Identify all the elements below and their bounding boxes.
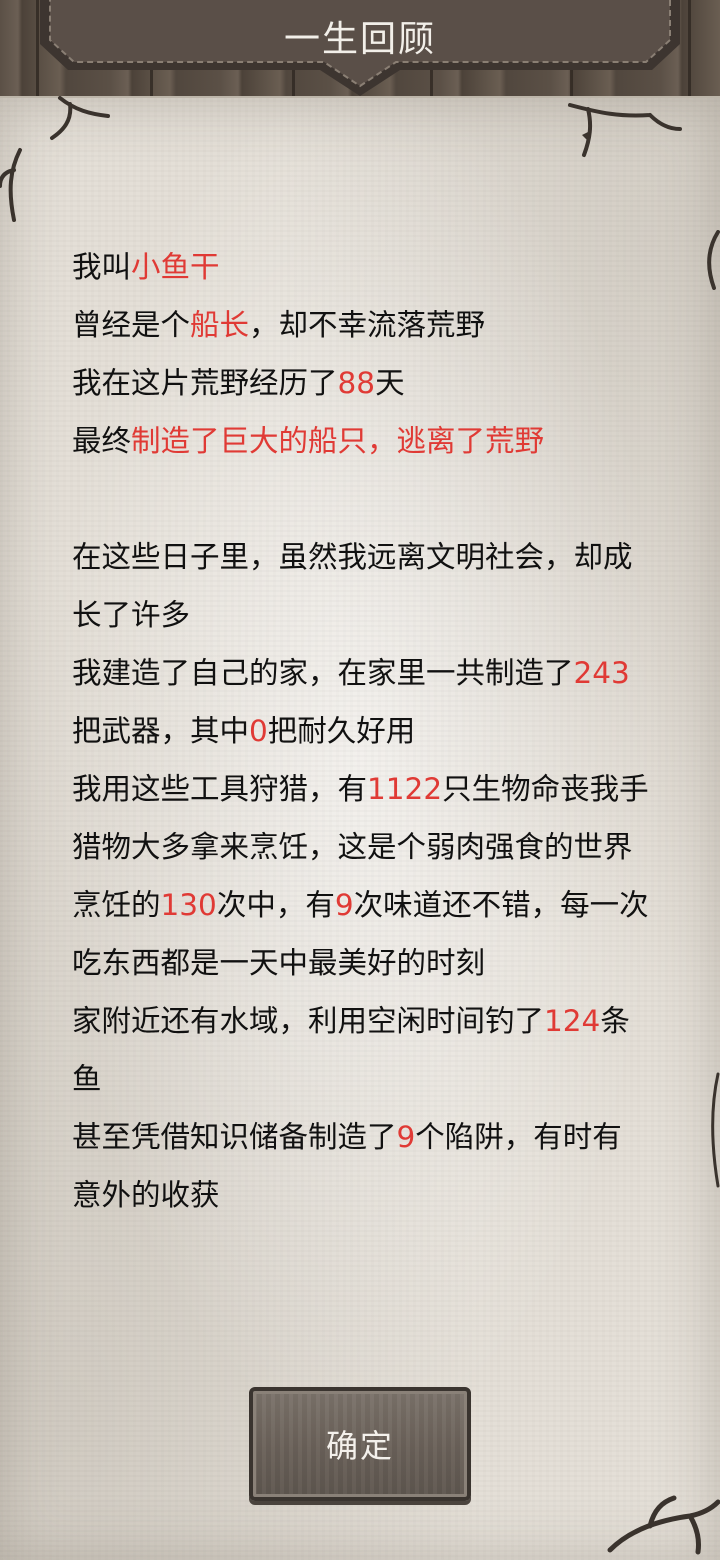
story-line: 家附近还有水域，利用空闲时间钓了124条 [72, 992, 652, 1050]
page-title: 一生回顾 [283, 19, 436, 60]
story-line: 我叫小鱼干 [72, 238, 652, 296]
confirm-button-label: 确定 [325, 1427, 394, 1465]
story-line: 我建造了自己的家，在家里一共制造了243 [72, 644, 652, 702]
story-text: 我建造了自己的家，在家里一共制造了 [72, 656, 574, 690]
story-line: 在这些日子里，虽然我远离文明社会，却成 [72, 528, 652, 586]
story-text: 我叫 [72, 250, 132, 284]
ending-description: 制造了巨大的船只，逃离了荒野 [131, 424, 545, 458]
story-text: 次中，有 [216, 888, 335, 922]
story-line: 烹饪的130次中，有9次味道还不错，每一次 [72, 876, 652, 934]
traps-made-count: 9 [396, 1120, 416, 1154]
tasty-meals-count: 9 [334, 888, 354, 922]
story-line: 我用这些工具狩猎，有1122只生物命丧我手 [72, 760, 652, 818]
story-text: 条 [600, 1004, 630, 1038]
twig-decoration-icon [607, 1495, 720, 1555]
story-text: 猎物大多拿来烹饪，这是个弱肉强食的世界 [72, 830, 633, 864]
story-line: 吃东西都是一天中最美好的时刻 [72, 934, 652, 992]
story-text: 天 [375, 366, 405, 400]
twig-decoration-icon [711, 1072, 720, 1188]
confirm-button[interactable]: 确定 [249, 1387, 471, 1501]
story-text: 长了许多 [72, 598, 191, 632]
story-line: 猎物大多拿来烹饪，这是个弱肉强食的世界 [72, 818, 652, 876]
wood-plank-seam [688, 0, 691, 110]
twig-decoration-icon [568, 103, 682, 157]
story-text: 我用这些工具狩猎，有 [72, 772, 368, 806]
twig-decoration-icon [707, 230, 720, 290]
story-text: 我在这片荒野经历了 [72, 366, 338, 400]
story-line: 长了许多 [72, 586, 652, 644]
cook-count: 130 [160, 888, 217, 922]
life-summary-text: 我叫小鱼干 曾经是个船长，却不幸流落荒野 我在这片荒野经历了88天 最终制造了巨… [72, 238, 652, 1224]
twig-decoration-icon [0, 96, 110, 222]
story-text: ，却不幸流落荒野 [249, 308, 486, 342]
story-line: 意外的收获 [72, 1166, 652, 1224]
story-text: 次味道还不错，每一次 [353, 888, 649, 922]
story-text: 甚至凭借知识储备制造了 [72, 1120, 397, 1154]
story-text: 把武器，其中 [72, 714, 250, 748]
story-text: 意外的收获 [72, 1178, 220, 1212]
story-text: 个陷阱，有时有 [415, 1120, 622, 1154]
story-text: 家附近还有水域，利用空闲时间钓了 [72, 1004, 545, 1038]
weapons-made-count: 243 [573, 656, 630, 690]
title-banner: 一生回顾 [40, 0, 680, 98]
durable-weapons-count: 0 [249, 714, 268, 748]
story-text: 烹饪的 [72, 888, 161, 922]
life-review-screen: 一生回顾 我叫小鱼干 曾经是个船长，却不幸流落荒野 我在这片荒野经历了88天 最… [0, 0, 720, 1560]
story-text: 吃东西都是一天中最美好的时刻 [72, 946, 486, 980]
story-text: 只生物命丧我手 [442, 772, 649, 806]
story-line: 最终制造了巨大的船只，逃离了荒野 [72, 412, 652, 470]
fish-caught-count: 124 [544, 1004, 601, 1038]
story-line: 把武器，其中0把耐久好用 [72, 702, 652, 760]
creatures-killed-count: 1122 [367, 772, 443, 806]
story-line: 我在这片荒野经历了88天 [72, 354, 652, 412]
story-text: 把耐久好用 [267, 714, 416, 748]
player-name: 小鱼干 [131, 250, 220, 284]
story-line: 甚至凭借知识储备制造了9个陷阱，有时有 [72, 1108, 652, 1166]
story-text: 在这些日子里，虽然我远离文明社会，却成 [72, 540, 633, 574]
days-survived: 88 [337, 366, 376, 400]
story-text: 曾经是个 [72, 308, 191, 342]
story-text: 鱼 [72, 1062, 102, 1096]
story-line: 曾经是个船长，却不幸流落荒野 [72, 296, 652, 354]
story-text: 最终 [72, 424, 132, 458]
player-profession: 船长 [190, 308, 250, 342]
story-line: 鱼 [72, 1050, 652, 1108]
